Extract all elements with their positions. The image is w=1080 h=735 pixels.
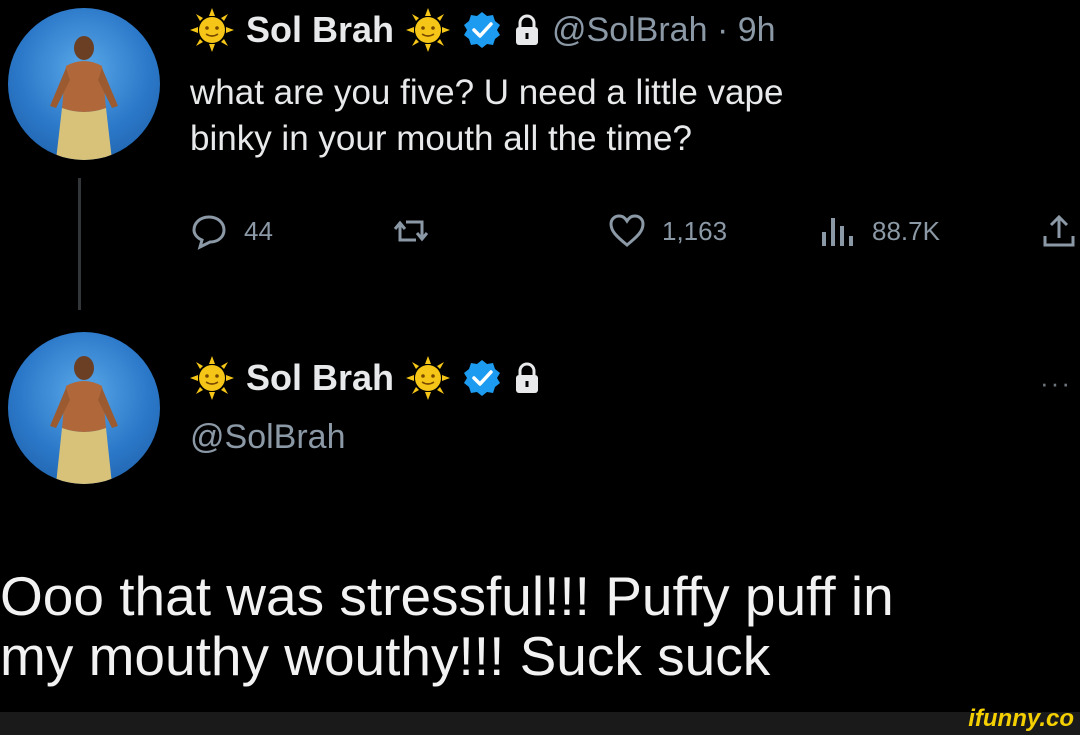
main-author-row: Sol Brah <box>190 354 540 402</box>
sun-emoji-icon <box>190 356 234 400</box>
reply-author-row: Sol Brah @SolBrah · 9h <box>190 6 776 54</box>
main-tweet-text: Ooo that was stressful!!! Puffy puff in … <box>0 566 1080 686</box>
lock-icon <box>516 14 539 45</box>
verified-badge-icon <box>464 360 501 396</box>
handle[interactable]: @SolBrah <box>190 418 345 457</box>
views-icon <box>822 218 853 246</box>
reply-button[interactable]: 44 <box>190 212 273 250</box>
share-button[interactable] <box>1040 212 1078 250</box>
author-name[interactable]: Sol Brah <box>246 357 394 399</box>
reply-count: 44 <box>244 215 273 246</box>
handle-and-time[interactable]: @SolBrah · 9h <box>552 11 776 50</box>
sun-emoji-icon <box>406 8 451 52</box>
reply-tweet-text: what are you five? U need a little vape … <box>190 70 1070 162</box>
like-button[interactable]: 1,163 <box>608 212 727 250</box>
more-options-button[interactable]: ··· <box>1040 368 1072 399</box>
tweet-text-line: binky in your mouth all the time? <box>190 119 692 158</box>
like-icon <box>609 214 645 247</box>
tweet-text-line: what are you five? U need a little vape <box>190 73 784 112</box>
author-name[interactable]: Sol Brah <box>246 9 394 51</box>
bottom-strip <box>0 712 1080 735</box>
tweet-text-line: my mouthy wouthy!!! Suck suck <box>0 625 771 687</box>
verified-badge-icon <box>464 12 501 48</box>
avatar[interactable] <box>8 332 160 484</box>
reply-icon <box>192 215 226 250</box>
avatar-figure-icon <box>50 36 118 160</box>
ifunny-watermark: ifunny.co <box>968 705 1074 732</box>
lock-icon <box>516 362 539 393</box>
tweet-text-line: Ooo that was stressful!!! Puffy puff in <box>0 565 894 627</box>
thread-line <box>78 178 81 310</box>
retweet-icon <box>393 220 429 242</box>
avatar-figure-icon <box>50 356 118 484</box>
retweet-button[interactable] <box>392 212 430 250</box>
like-count: 1,163 <box>662 215 728 246</box>
views-button[interactable]: 88.7K <box>818 212 940 250</box>
sun-emoji-icon <box>406 356 451 400</box>
view-count: 88.7K <box>872 215 940 246</box>
share-icon <box>1043 214 1075 247</box>
sun-emoji-icon <box>190 8 234 52</box>
avatar[interactable] <box>8 8 160 160</box>
